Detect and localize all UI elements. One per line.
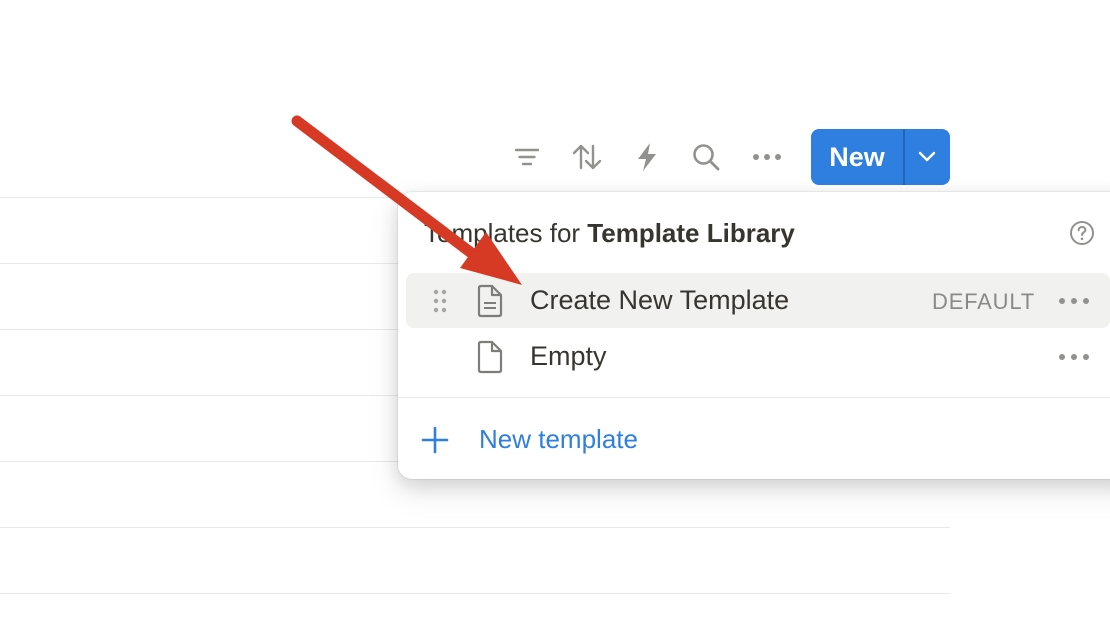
lightning-icon[interactable] (630, 140, 664, 174)
table-row-divider (0, 527, 950, 528)
plus-icon (421, 426, 449, 454)
sort-icon[interactable] (570, 140, 604, 174)
templates-title-database: Template Library (587, 218, 795, 248)
new-dropdown-button[interactable] (905, 129, 951, 185)
default-badge: DEFAULT (932, 289, 1035, 314)
new-template-label: New template (479, 424, 638, 454)
table-row-divider (0, 329, 400, 330)
template-item-label: Empty (530, 341, 607, 371)
page-icon (477, 340, 503, 374)
new-button-group: New (811, 129, 950, 185)
new-template-button[interactable] (420, 418, 450, 462)
template-item-label: Create New Template (530, 285, 790, 315)
templates-menu-title: Templates for Template Library (424, 218, 795, 249)
more-icon[interactable] (750, 140, 784, 174)
chevron-down-icon (919, 151, 936, 162)
table-row-divider (0, 395, 400, 396)
menu-divider (398, 397, 1110, 398)
help-icon[interactable] (1069, 220, 1095, 246)
drag-handle-icon[interactable] (432, 288, 448, 314)
new-button[interactable]: New (811, 129, 903, 185)
page-text-icon (477, 284, 503, 318)
table-row-divider (0, 197, 400, 198)
table-row-divider (0, 461, 400, 462)
templates-title-prefix: Templates for (424, 218, 588, 248)
filter-icon[interactable] (510, 140, 544, 174)
search-icon[interactable] (689, 140, 723, 174)
page: New Templates for Template Library Creat… (0, 0, 1110, 634)
more-icon[interactable] (1058, 295, 1090, 307)
template-item-empty[interactable] (406, 329, 1110, 384)
table-row-divider (0, 593, 950, 594)
table-row-divider (0, 263, 400, 264)
more-icon[interactable] (1058, 351, 1090, 363)
